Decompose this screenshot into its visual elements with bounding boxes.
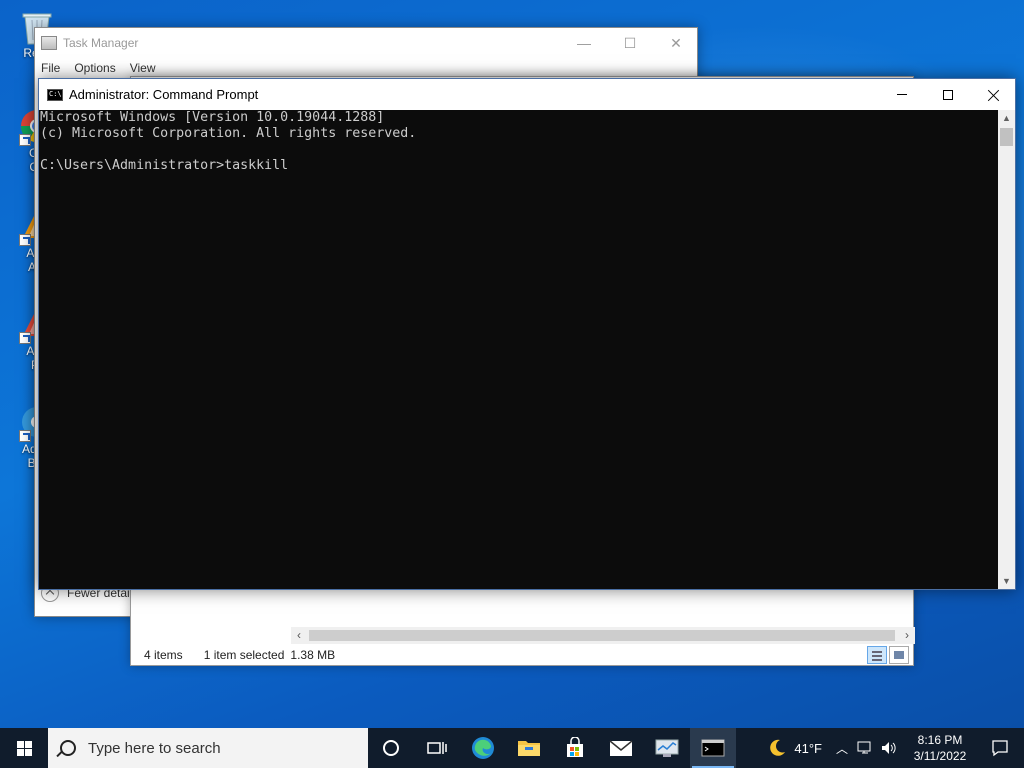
taskbar-task-manager[interactable] <box>644 728 690 768</box>
command-prompt-icon <box>47 88 63 101</box>
command-prompt-icon <box>701 739 725 757</box>
status-item-count: 4 items <box>144 648 183 662</box>
horizontal-scrollbar[interactable]: ‹ › <box>291 627 915 644</box>
taskbar: Type here to search 41°F ︿ 8:16 PM 3/11/… <box>0 728 1024 768</box>
taskbar-store[interactable] <box>552 728 598 768</box>
weather-temperature[interactable]: 41°F <box>794 741 822 756</box>
volume-icon[interactable] <box>880 740 898 756</box>
scrollbar-thumb[interactable] <box>1000 128 1013 146</box>
status-size: 1.38 MB <box>290 648 336 662</box>
console-line: Microsoft Windows [Version 10.0.19044.12… <box>40 110 385 125</box>
mail-icon <box>609 740 633 756</box>
shortcut-arrow-icon <box>19 332 31 344</box>
large-icons-view-button[interactable] <box>889 646 909 664</box>
cortana-button[interactable] <box>368 728 414 768</box>
search-placeholder: Type here to search <box>88 739 221 757</box>
task-manager-title: Task Manager <box>63 36 139 50</box>
folder-icon <box>518 741 540 756</box>
maximize-icon <box>943 89 953 100</box>
chevron-up-icon[interactable]: ︿ <box>836 740 848 757</box>
network-icon[interactable] <box>856 740 874 756</box>
task-view-button[interactable] <box>414 728 460 768</box>
task-manager-maximize-button[interactable]: ☐ <box>607 32 653 54</box>
start-button[interactable] <box>0 728 48 768</box>
taskbar-mail[interactable] <box>598 728 644 768</box>
scrollbar-thumb[interactable] <box>309 630 895 641</box>
shortcut-arrow-icon <box>19 430 31 442</box>
console-prompt-line: C:\Users\Administrator>taskkill <box>40 158 289 173</box>
cmd-close-button[interactable] <box>971 79 1017 110</box>
console-line: (c) Microsoft Corporation. All rights re… <box>40 126 417 141</box>
menu-file[interactable]: File <box>41 61 60 75</box>
taskbar-edge[interactable] <box>460 728 506 768</box>
taskbar-search-box[interactable]: Type here to search <box>48 728 368 768</box>
command-prompt-window[interactable]: Administrator: Command Prompt Microsoft … <box>38 78 1016 590</box>
taskbar-file-explorer[interactable] <box>506 728 552 768</box>
task-manager-menubar: File Options View <box>35 58 697 78</box>
taskbar-command-prompt[interactable] <box>690 728 736 768</box>
command-prompt-title: Administrator: Command Prompt <box>69 87 259 102</box>
cmd-maximize-button[interactable] <box>925 79 971 110</box>
cortana-circle-icon <box>383 740 399 756</box>
search-icon <box>60 740 76 756</box>
task-manager-icon <box>655 739 679 757</box>
clock[interactable]: 8:16 PM 3/11/2022 <box>904 732 976 764</box>
desktop: Recy Go Ch Ada Ant Ada Pr Adaw Bro <box>0 0 1024 728</box>
task-manager-close-button[interactable]: ✕ <box>653 32 699 54</box>
scroll-left-arrow-icon[interactable]: ‹ <box>291 627 307 644</box>
task-manager-minimize-button[interactable]: — <box>561 32 607 54</box>
weather-widget[interactable] <box>760 728 794 768</box>
menu-options[interactable]: Options <box>74 61 115 75</box>
scroll-up-arrow-icon[interactable]: ▲ <box>998 110 1015 126</box>
console-output[interactable]: Microsoft Windows [Version 10.0.19044.12… <box>40 110 998 589</box>
edge-icon <box>472 737 494 759</box>
moon-icon <box>770 739 786 756</box>
task-view-icon <box>427 742 447 754</box>
status-selected: 1 item selected <box>203 648 285 662</box>
clock-date: 3/11/2022 <box>913 749 967 763</box>
scroll-right-arrow-icon[interactable]: › <box>899 627 915 644</box>
shortcut-arrow-icon <box>19 134 31 146</box>
notifications-button[interactable] <box>976 728 1024 768</box>
view-buttons <box>865 646 909 664</box>
cmd-minimize-button[interactable] <box>879 79 925 110</box>
details-view-button[interactable] <box>867 646 887 664</box>
shortcut-arrow-icon <box>19 234 31 246</box>
notification-icon <box>992 740 1008 757</box>
clock-time: 8:16 PM <box>917 733 963 747</box>
system-tray: 41°F ︿ 8:16 PM 3/11/2022 <box>760 728 1024 768</box>
scroll-down-arrow-icon[interactable]: ▼ <box>998 573 1015 589</box>
minimize-icon <box>897 94 907 95</box>
close-icon <box>988 89 1000 101</box>
vertical-scrollbar[interactable]: ▲ ▼ <box>998 110 1015 589</box>
command-prompt-titlebar[interactable]: Administrator: Command Prompt <box>39 79 1015 110</box>
store-icon <box>567 737 583 757</box>
menu-view[interactable]: View <box>130 61 156 75</box>
status-bar: 4 items 1 item selected 1.38 MB <box>131 645 913 665</box>
task-manager-icon <box>41 36 57 50</box>
